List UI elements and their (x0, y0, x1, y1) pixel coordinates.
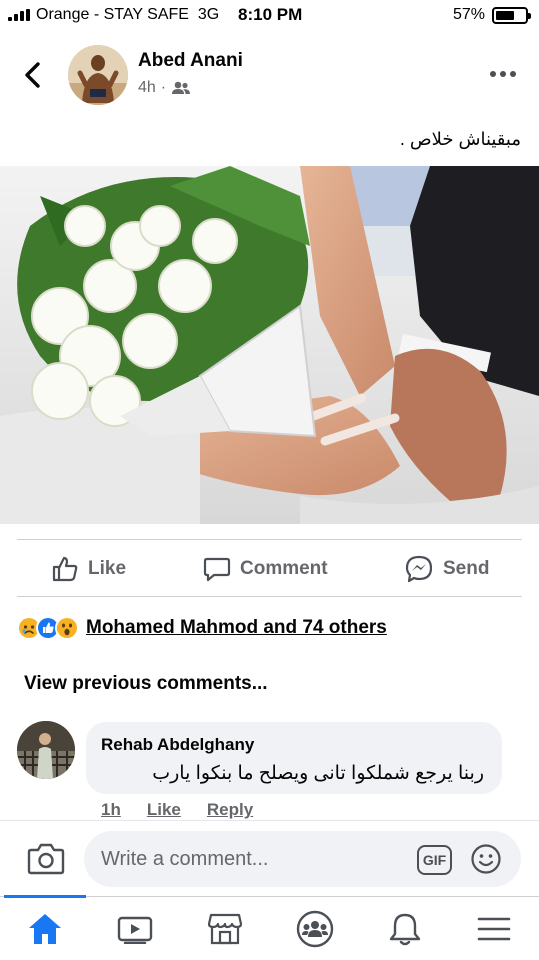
post-photo[interactable] (0, 166, 539, 524)
carrier-label: Orange - STAY SAFE 3G (36, 6, 220, 23)
battery-percent: 57% (453, 6, 486, 23)
signal-icon (8, 9, 30, 21)
nav-notifications[interactable] (385, 909, 425, 949)
post-time[interactable]: 4h (138, 79, 156, 97)
marketplace-icon (207, 913, 243, 945)
messenger-icon (405, 555, 433, 583)
comment-time[interactable]: 1h (101, 800, 121, 820)
friends-icon (172, 81, 191, 94)
wedding-photo (0, 166, 539, 524)
comment-label: Comment (240, 558, 328, 579)
watch-icon (117, 916, 153, 944)
post-caption: مبقيناش خلاص . (399, 129, 521, 149)
home-icon (29, 914, 61, 944)
comment-composer: GIF (0, 820, 539, 896)
send-label: Send (443, 558, 490, 579)
send-button[interactable]: Send (404, 553, 489, 585)
smiley-icon (471, 844, 501, 874)
nav-home[interactable] (25, 909, 65, 949)
author-name[interactable]: Abed Anani (138, 50, 243, 72)
active-tab-indicator (4, 895, 86, 898)
commenter-name[interactable]: Rehab Abdelghany (101, 735, 254, 755)
status-bar: Orange - STAY SAFE 3G 8:10 PM 57% (0, 0, 539, 32)
nav-watch[interactable] (115, 909, 155, 949)
comment-box[interactable]: GIF (84, 831, 521, 887)
reactions-text[interactable]: Mohamed Mahmod and 74 others (86, 617, 387, 639)
commenter-avatar[interactable] (17, 721, 75, 779)
author-avatar[interactable] (68, 45, 128, 105)
battery-icon (492, 7, 531, 24)
comment-bubble[interactable]: Rehab Abdelghany ربنا يرجع شملكوا تانى و… (86, 722, 502, 794)
gif-button[interactable]: GIF (417, 845, 452, 875)
nav-marketplace[interactable] (205, 909, 245, 949)
menu-icon (477, 917, 511, 941)
bottom-nav (0, 895, 539, 960)
comment-button[interactable]: Comment (203, 553, 328, 585)
comment-input[interactable] (101, 831, 411, 887)
wow-reaction-icon (55, 616, 79, 640)
notifications-icon (389, 913, 421, 946)
comment-meta: 1h Like Reply (101, 800, 253, 820)
emoji-button[interactable] (470, 843, 502, 875)
nav-menu[interactable] (474, 909, 514, 949)
like-label: Like (88, 558, 127, 579)
status-time: 8:10 PM (238, 5, 303, 24)
post-meta: 4h · (138, 79, 191, 97)
comment-icon (203, 557, 231, 582)
like-button[interactable]: Like (51, 553, 126, 585)
comment-like-button[interactable]: Like (147, 800, 181, 820)
groups-icon (296, 910, 334, 948)
comment-reply-button[interactable]: Reply (207, 800, 253, 820)
network-label: 3G (197, 6, 220, 23)
back-button[interactable] (18, 60, 48, 90)
view-previous-comments[interactable]: View previous comments... (24, 673, 268, 695)
meta-separator: · (160, 79, 167, 96)
nav-groups[interactable] (295, 909, 335, 949)
reactions-summary[interactable]: Mohamed Mahmod and 74 others (17, 613, 387, 643)
camera-icon (27, 843, 65, 875)
thumbs-up-icon (52, 556, 78, 582)
post-actions: Like Comment Send (17, 539, 522, 597)
comment-text: ربنا يرجع شملكوا تانى ويصلح ما بنكوا يار… (152, 763, 484, 784)
more-options-button[interactable] (490, 68, 518, 80)
chevron-left-icon (25, 62, 40, 88)
camera-button[interactable] (26, 841, 66, 877)
